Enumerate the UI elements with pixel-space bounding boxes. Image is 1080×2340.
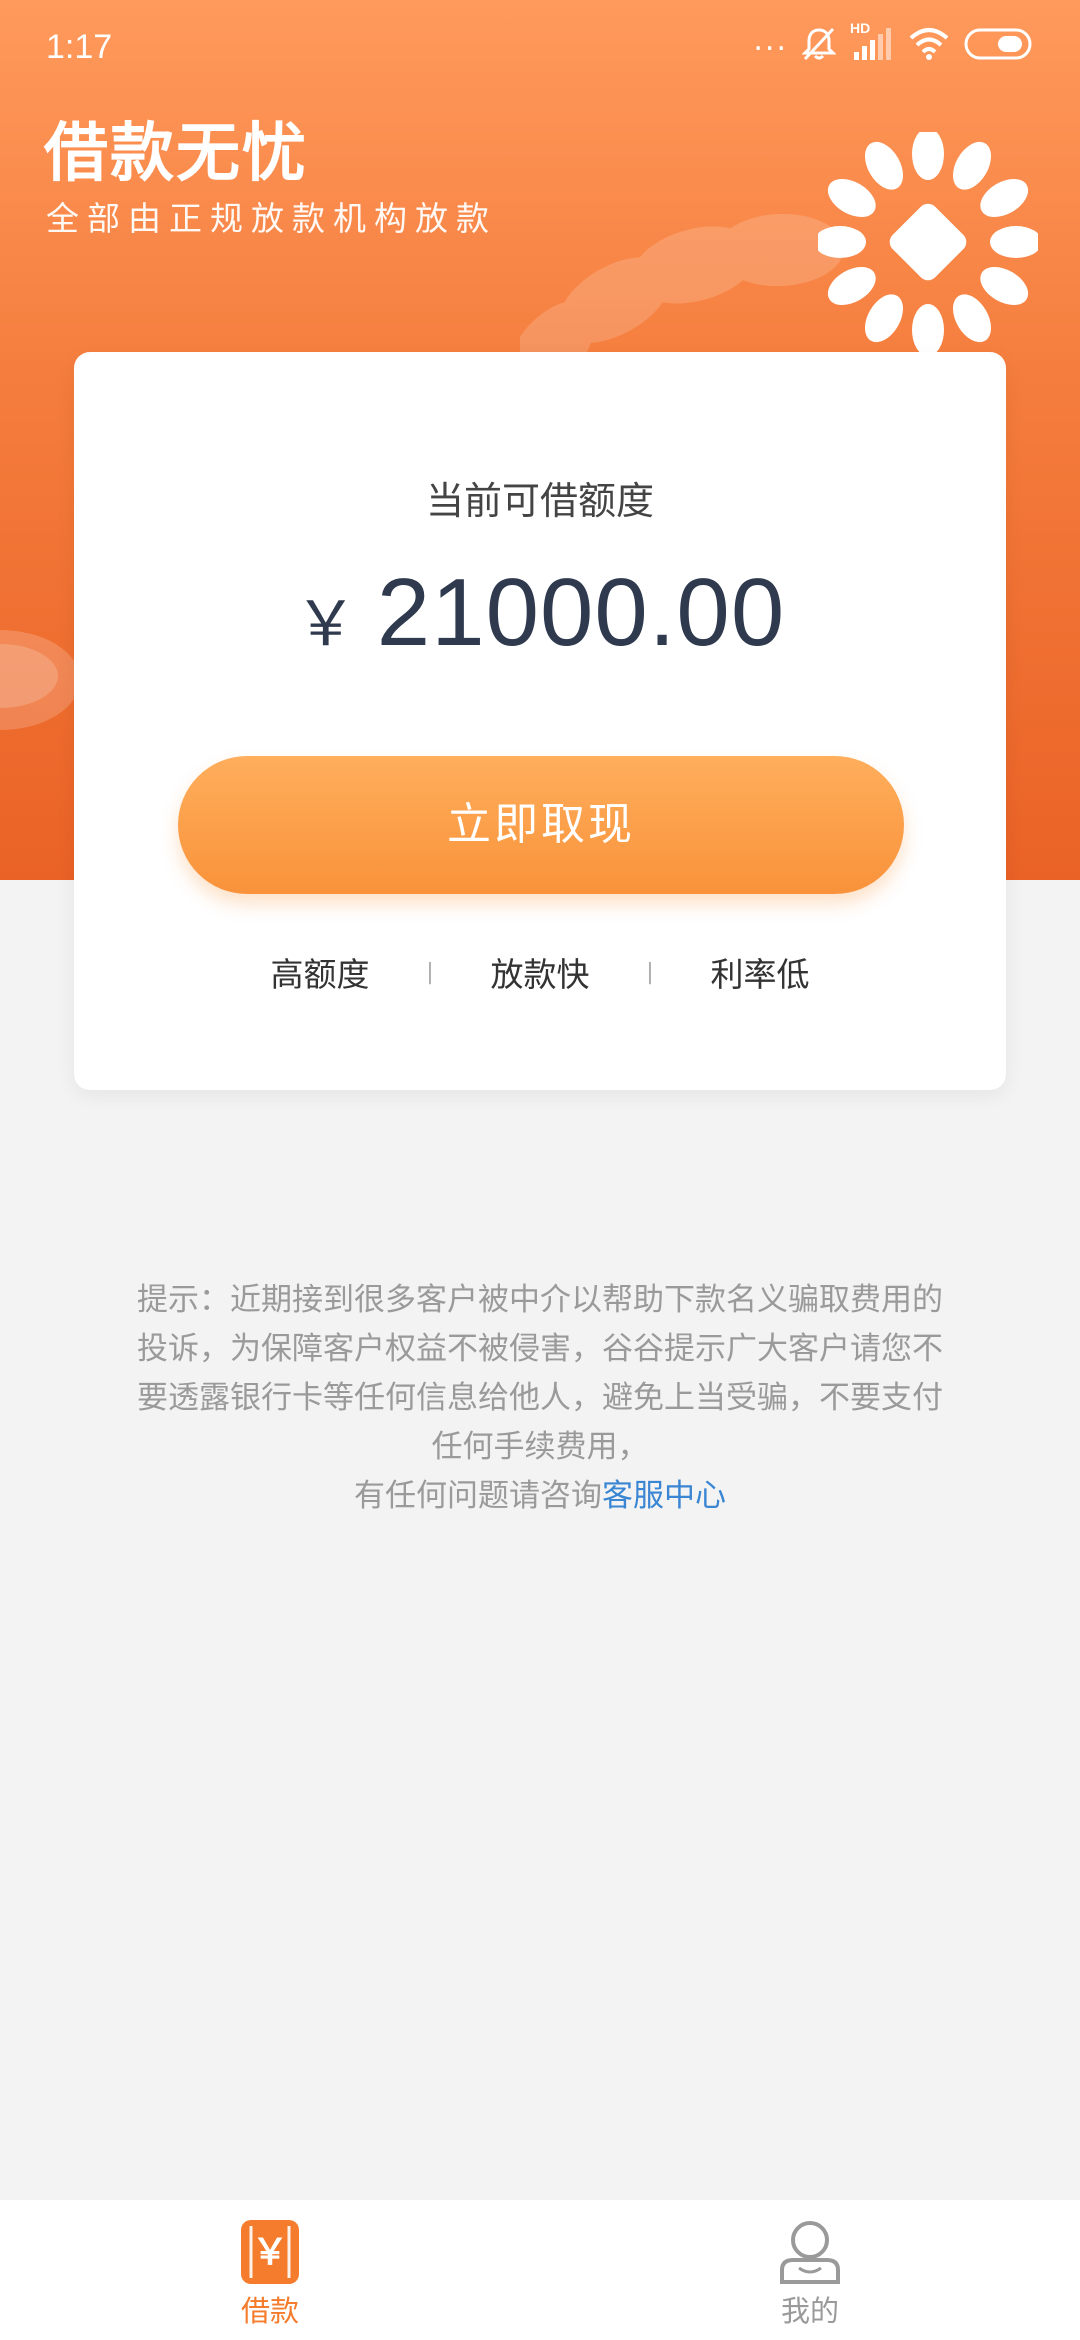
amount-value: 21000.00	[376, 559, 786, 666]
customer-service-link[interactable]: 客服中心	[602, 1478, 726, 1514]
withdraw-button[interactable]: 立即取现	[178, 756, 904, 894]
feature-high-limit: 高额度	[270, 955, 370, 994]
fraud-notice: 提示：近期接到很多客户被中介以帮助下款名义骗取费用的 投诉，为保障客户权益不被侵…	[110, 1276, 970, 1521]
notice-contact-line: 有任何问题请咨询客服中心	[110, 1472, 970, 1521]
currency-symbol: ￥	[294, 587, 357, 660]
notice-line: 提示：近期接到很多客户被中介以帮助下款名义骗取费用的	[137, 1282, 943, 1318]
yen-glyph: ￥	[252, 2232, 288, 2273]
nav-item-loan[interactable]: ￥ 借款	[170, 2218, 370, 2330]
yen-icon: ￥	[241, 2220, 299, 2284]
app-subtitle: 全部由正规放款机构放款	[46, 199, 497, 238]
mute-icon	[802, 27, 836, 61]
nav-item-mine[interactable]: 我的	[710, 2218, 910, 2330]
wreath-coin-icon	[818, 132, 1038, 352]
wifi-icon	[909, 28, 949, 60]
battery-icon	[964, 28, 1032, 60]
feature-separator: |	[646, 959, 654, 985]
app-title: 借款无忧	[44, 117, 308, 191]
user-icon	[780, 2221, 840, 2284]
notice-line: 要透露银行卡等任何信息给他人，避免上当受骗，不要支付	[137, 1380, 943, 1416]
status-icons: ... HD	[753, 20, 1032, 64]
notice-line: 任何手续费用，	[431, 1429, 649, 1465]
nav-label-loan: 借款	[240, 2294, 299, 2328]
notice-line: 投诉，为保障客户权益不被侵害，谷谷提示广大客户请您不	[137, 1331, 943, 1367]
feature-fast-disbursal: 放款快	[490, 955, 590, 994]
notice-contact-text: 有任何问题请咨询	[354, 1478, 602, 1514]
feature-list: 高额度 | 放款快 | 利率低	[74, 948, 1006, 996]
feature-separator: |	[426, 959, 434, 985]
bottom-nav: ￥ 借款 我的	[0, 2200, 1080, 2340]
loan-card: 当前可借额度 ￥ 21000.00 立即取现 高额度 | 放款快 | 利率低	[74, 352, 1006, 1090]
status-time: 1:17	[46, 28, 113, 66]
credit-amount: ￥ 21000.00	[74, 558, 1006, 668]
more-icon: ...	[753, 22, 788, 58]
nav-label-mine: 我的	[780, 2294, 839, 2328]
cellular-signal-icon: HD	[850, 20, 894, 64]
credit-limit-label: 当前可借额度	[425, 479, 654, 523]
feature-low-rate: 利率低	[710, 955, 810, 994]
status-bar: 1:17 ... HD	[0, 0, 1080, 96]
